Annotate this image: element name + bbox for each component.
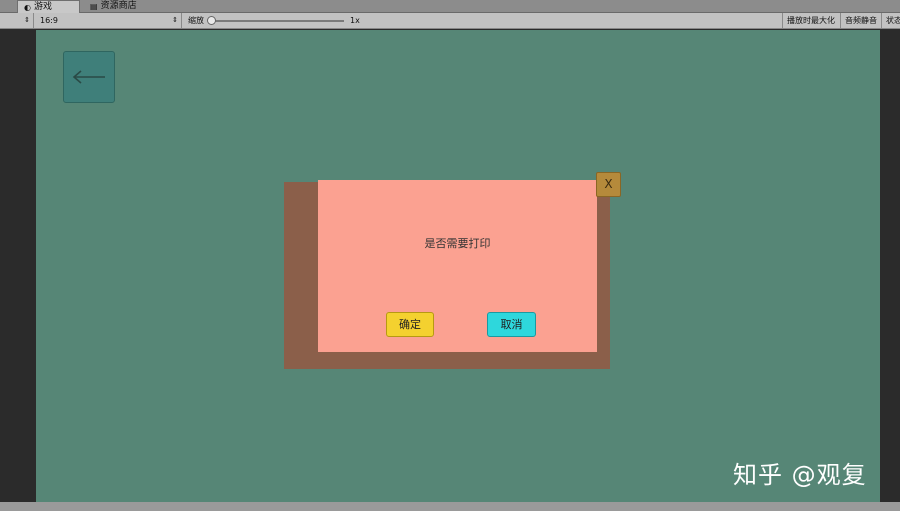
scale-slider-handle[interactable] — [207, 16, 216, 25]
store-bag-icon: ▤ — [90, 2, 98, 11]
close-dialog-button[interactable]: X — [596, 172, 621, 197]
arrow-left-icon — [72, 70, 105, 84]
dialog-message: 是否需要打印 — [424, 237, 491, 250]
bottom-status-strip — [0, 502, 900, 511]
aspect-ratio-value: 16:9 — [40, 16, 58, 25]
confirm-button[interactable]: 确定 — [386, 312, 434, 337]
game-toolbar: ⇕ 16:9 ⇕ 缩放 播放时最大化 音频静音 状态 — [0, 13, 900, 29]
scale-value: 1x — [350, 16, 360, 25]
tab-game-label: 游戏 — [33, 1, 52, 12]
tab-store-label: 资源商店 — [100, 1, 137, 11]
tab-bar: ◐ 游戏 ▤ 资源商店 — [0, 0, 900, 13]
maximize-on-play-button[interactable]: 播放时最大化 — [782, 13, 841, 28]
tab-asset-store[interactable]: ▤ 资源商店 — [84, 0, 143, 13]
stats-button[interactable]: 状态 — [882, 13, 900, 28]
dropdown-arrow-icon: ⇕ — [24, 16, 30, 24]
tab-game[interactable]: ◐ 游戏 — [17, 0, 80, 13]
game-controller-icon: ◐ — [24, 2, 31, 12]
display-dropdown[interactable]: ⇕ — [0, 13, 34, 28]
watermark: 知乎 @观复 — [733, 461, 867, 489]
back-button[interactable] — [63, 51, 115, 103]
aspect-ratio-dropdown[interactable]: 16:9 ⇕ — [36, 13, 182, 28]
scale-slider-track[interactable] — [212, 20, 344, 22]
editor-window: ◐ 游戏 ▤ 资源商店 ⇕ 16:9 ⇕ 缩放 播放时最大化 音频静音 状态 1… — [0, 0, 900, 511]
game-viewport: 是否需要打印 确定 取消 X — [36, 30, 880, 502]
print-dialog: 是否需要打印 确定 取消 — [318, 180, 597, 352]
mute-audio-button[interactable]: 音频静音 — [841, 13, 882, 28]
dropdown-arrow-icon: ⇕ — [172, 16, 178, 24]
cancel-button[interactable]: 取消 — [487, 312, 536, 337]
